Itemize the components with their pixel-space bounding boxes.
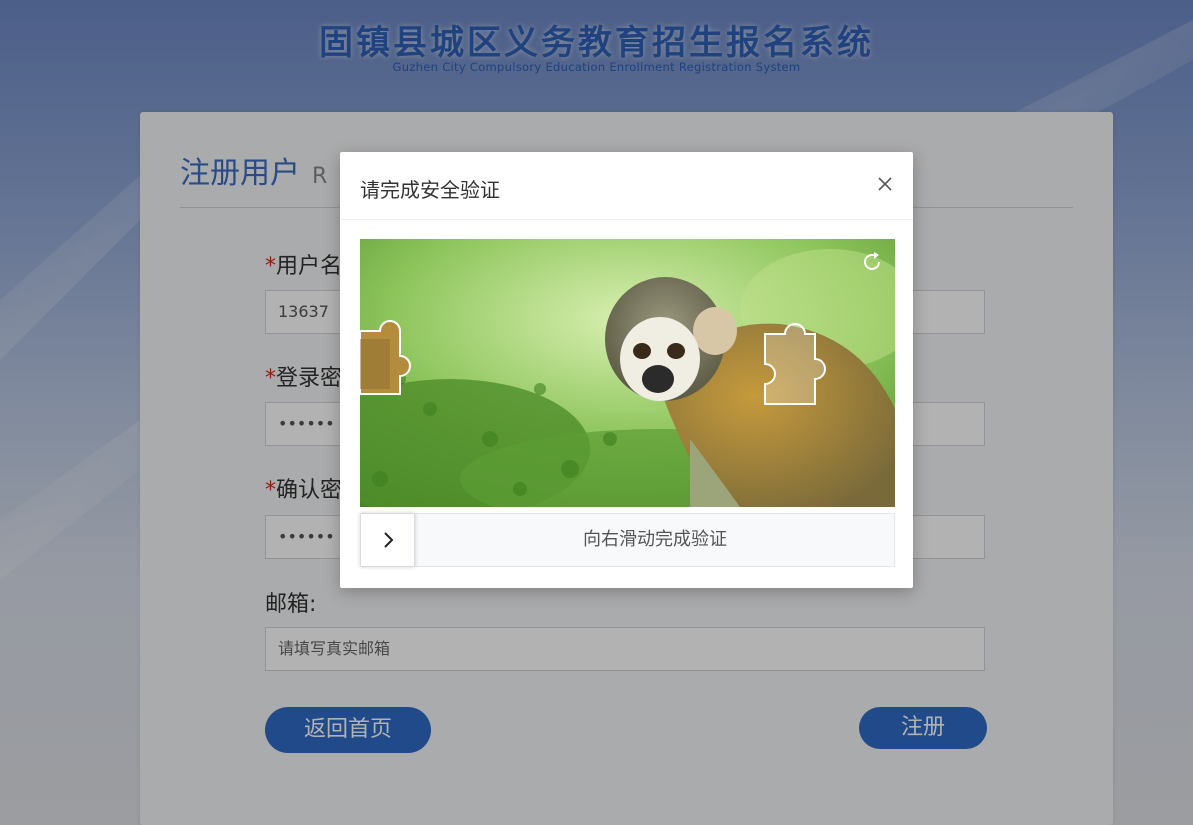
slider-track[interactable]: 向右滑动完成验证	[360, 513, 895, 567]
chevron-right-icon	[384, 532, 394, 548]
close-icon[interactable]	[877, 176, 893, 192]
slider-handle[interactable]	[360, 513, 415, 567]
captcha-image	[360, 239, 895, 507]
captcha-photo	[360, 239, 895, 507]
captcha-modal: 请完成安全验证 向右滑动完成验证	[340, 152, 913, 588]
modal-header: 请完成安全验证	[340, 152, 913, 220]
slider-hint: 向右滑动完成验证	[583, 529, 727, 550]
refresh-icon[interactable]	[859, 249, 885, 275]
modal-title: 请完成安全验证	[360, 178, 500, 202]
